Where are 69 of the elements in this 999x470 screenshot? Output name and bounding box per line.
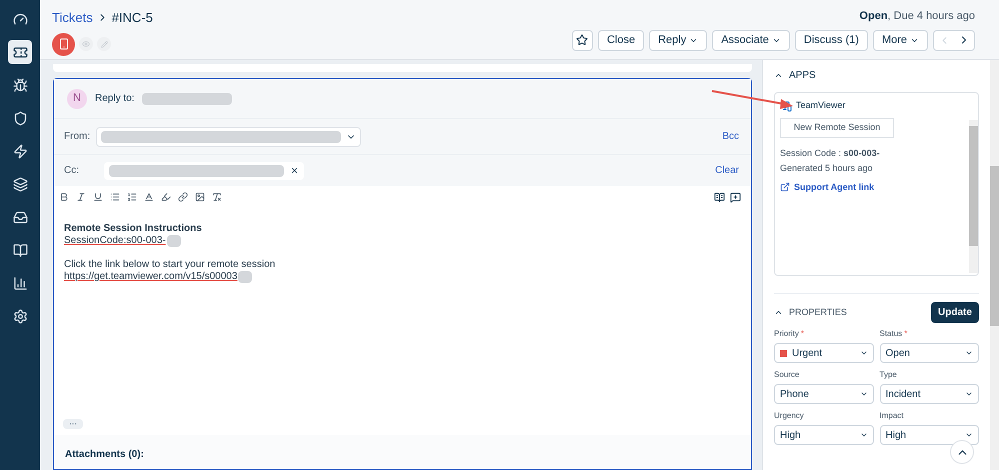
field-label: Source (774, 369, 800, 381)
action-button[interactable]: Reply (649, 30, 708, 50)
cc-label: Cc: (64, 164, 80, 178)
session-link[interactable]: https://get.teamviewer.com/v15/s00003 (64, 271, 238, 283)
select-field[interactable]: Phone (774, 384, 874, 404)
caret-icon (860, 349, 868, 357)
select-field[interactable]: Urgent (774, 343, 874, 363)
from-label: From: (64, 130, 90, 144)
select-field[interactable]: High (774, 425, 874, 445)
book-icon[interactable] (714, 192, 725, 202)
session-code-line: SessionCode:s00-003- (64, 235, 166, 247)
caret-icon (860, 431, 868, 439)
required-mark: * (904, 328, 908, 340)
properties-title: PROPERTIES (789, 306, 847, 319)
phone-source-icon (52, 32, 75, 56)
caret-icon (965, 390, 973, 398)
required-mark: * (800, 328, 804, 340)
link-icon[interactable] (177, 191, 189, 203)
highlight-icon[interactable] (160, 191, 172, 203)
more-button[interactable]: ··· (63, 419, 83, 429)
caret-icon (965, 349, 973, 357)
new-session-button[interactable]: New Remote Session (780, 118, 894, 138)
action-button[interactable]: Close (598, 30, 644, 50)
numbered-list-icon[interactable] (126, 191, 138, 203)
body-heading: Remote Session Instructions (64, 223, 203, 235)
collapse-icon[interactable] (774, 308, 783, 317)
session-code: Session Code : s00-003- (780, 146, 881, 160)
body-instruction: Click the link below to start your remote session (64, 259, 276, 271)
attachments-label: Attachments (0): (65, 449, 144, 460)
select-field[interactable]: Open (880, 343, 979, 363)
star-icon (576, 34, 588, 46)
text-color-icon[interactable] (143, 191, 155, 203)
reply-to-label: Reply to: (95, 92, 134, 106)
blurred-text (166, 235, 181, 247)
status-due-text: Open, Due 4 hours ago (859, 9, 975, 24)
message-plus-icon[interactable] (730, 192, 741, 202)
bold-icon[interactable] (58, 191, 70, 203)
remove-icon[interactable] (290, 166, 299, 175)
blurred-text (238, 271, 252, 283)
select-field[interactable]: Incident (880, 384, 979, 404)
action-button[interactable]: More (872, 30, 928, 50)
field-label: Status (880, 328, 902, 340)
ticket-id: #INC-5 (112, 9, 153, 27)
field-label: Urgency (774, 410, 804, 422)
clear-format-icon[interactable] (211, 191, 223, 203)
action-button[interactable]: Associate (712, 30, 790, 50)
apps-title: APPS (789, 68, 816, 82)
app-name: TeamViewer (796, 99, 846, 112)
field-label: Impact (880, 410, 904, 422)
field-label: Priority (774, 328, 799, 340)
field-label: Type (880, 369, 897, 381)
underline-icon[interactable] (92, 191, 104, 203)
agent-link-text[interactable]: Support Agent link (794, 180, 874, 194)
bcc-link[interactable]: Bcc (722, 129, 741, 144)
caret-icon (965, 431, 973, 439)
update-button[interactable]: Update (931, 302, 979, 323)
star-button[interactable] (572, 30, 593, 50)
external-link-icon (780, 182, 790, 192)
italic-icon[interactable] (75, 191, 87, 203)
app-logo-icon (780, 100, 792, 112)
agent-link[interactable]: Support Agent link (780, 180, 964, 194)
avatar: N (67, 88, 87, 108)
generated-time: Generated 5 hours ago (780, 162, 874, 175)
breadcrumb-link[interactable]: Tickets (52, 8, 93, 28)
tickets-nav-icon[interactable] (8, 40, 32, 64)
clear-link[interactable]: Clear (715, 163, 741, 178)
image-icon[interactable] (194, 191, 206, 203)
action-button[interactable]: Discuss (1) (794, 30, 868, 50)
caret-icon (860, 390, 868, 398)
